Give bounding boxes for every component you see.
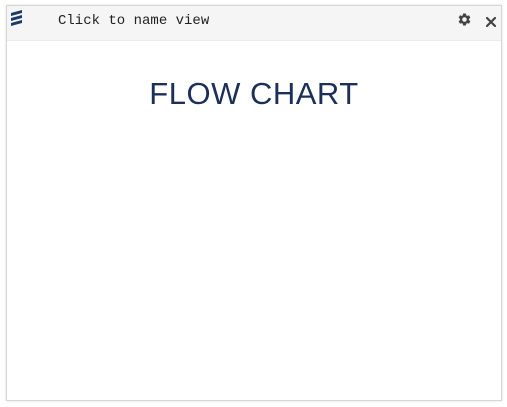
gear-icon[interactable]: [457, 12, 472, 27]
view-panel: Click to name view FLOW CHART: [6, 5, 502, 401]
view-header: Click to name view: [7, 6, 501, 41]
stacked-layers-icon[interactable]: [9, 10, 25, 28]
flow-chart-title: FLOW CHART: [149, 76, 359, 111]
close-icon[interactable]: [485, 14, 497, 28]
view-name-field[interactable]: Click to name view: [58, 13, 209, 29]
